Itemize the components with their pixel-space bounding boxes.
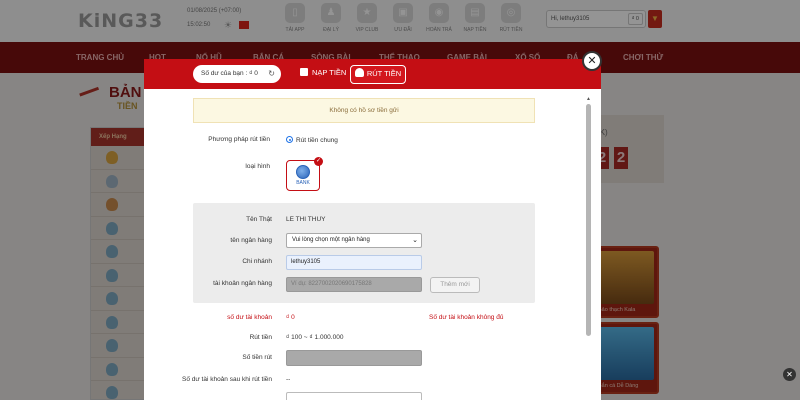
close-modal-button[interactable]: ✕ [582,51,602,71]
check-icon: ✓ [314,157,323,166]
method-label: Phương pháp rút tiền [208,136,270,143]
withdraw-tab-icon [354,68,364,77]
real-name-value: LE THI THUY [286,216,326,223]
after-balance-label: Số dư tài khoản sau khi rút tiền [182,376,272,383]
insufficient-balance-message: Số dư tài khoản không đủ [429,314,504,321]
deposit-notice: Không có hồ sơ tiền gửi [193,98,535,123]
tab-deposit-label: NẠP TIỀN [312,68,347,77]
account-balance-label: số dư tài khoản [227,314,272,321]
balance-pill: Số dư của bạn : ₫ 0 ↻ [193,65,281,83]
account-label: tài khoản ngân hàng [213,280,272,287]
bank-type-option[interactable]: BANK ✓ [286,157,323,191]
branch-label: Chi nhánh [242,258,272,265]
balance-value: ₫ 0 [249,70,258,77]
deposit-tab-icon [300,68,308,76]
bank-name-label: tên ngân hàng [230,237,272,244]
tab-withdraw[interactable]: RÚT TIỀN [350,65,406,84]
account-balance-value: ₫ 0 [286,314,295,321]
refresh-icon[interactable]: ↻ [268,65,275,83]
scrollbar-thumb[interactable] [586,104,591,336]
scroll-up-icon[interactable]: ▲ [586,96,591,102]
modal-header: Số dư của bạn : ₫ 0 ↻ NẠP TIỀN RÚT TIỀN [144,59,601,89]
real-name-label: Tên Thật [246,216,272,223]
add-new-button[interactable]: Thêm mới [430,277,480,293]
account-input[interactable]: Ví dụ: 8227002020690175828 [286,277,422,292]
globe-icon [296,165,310,179]
tab-deposit[interactable]: NẠP TIỀN [300,68,346,77]
extra-input[interactable] [286,392,422,400]
withdraw-label: Rút tiền [249,334,272,341]
branch-input[interactable]: lethuy3105 [286,255,422,270]
bank-option-label: BANK [296,180,310,186]
radio-selected-icon [286,136,293,143]
tab-withdraw-label: RÚT TIỀN [366,69,402,78]
bank-select[interactable]: Vui lòng chọn một ngân hàng ⌄ [286,233,422,248]
type-label: loại hình [245,163,270,170]
amount-label: Số tiền rút [242,354,272,361]
amount-input[interactable] [286,350,422,366]
method-value: Rút tiền chung [296,137,338,144]
after-balance-value: -- [286,376,291,383]
withdraw-modal: Số dư của bạn : ₫ 0 ↻ NẠP TIỀN RÚT TIỀN … [144,59,601,400]
close-icon: ✕ [587,54,597,67]
method-radio[interactable]: Rút tiền chung [286,136,338,144]
bank-select-value: Vui lòng chọn một ngân hàng [292,237,370,243]
modal-scrollbar[interactable]: ▲ [585,92,593,400]
withdraw-range: ₫ 100 ~ ₫ 1.000.000 [286,334,344,341]
balance-label: Số dư của bạn : [201,70,250,77]
corner-close-icon[interactable]: ✕ [783,368,796,381]
chevron-down-icon: ⌄ [412,237,418,244]
